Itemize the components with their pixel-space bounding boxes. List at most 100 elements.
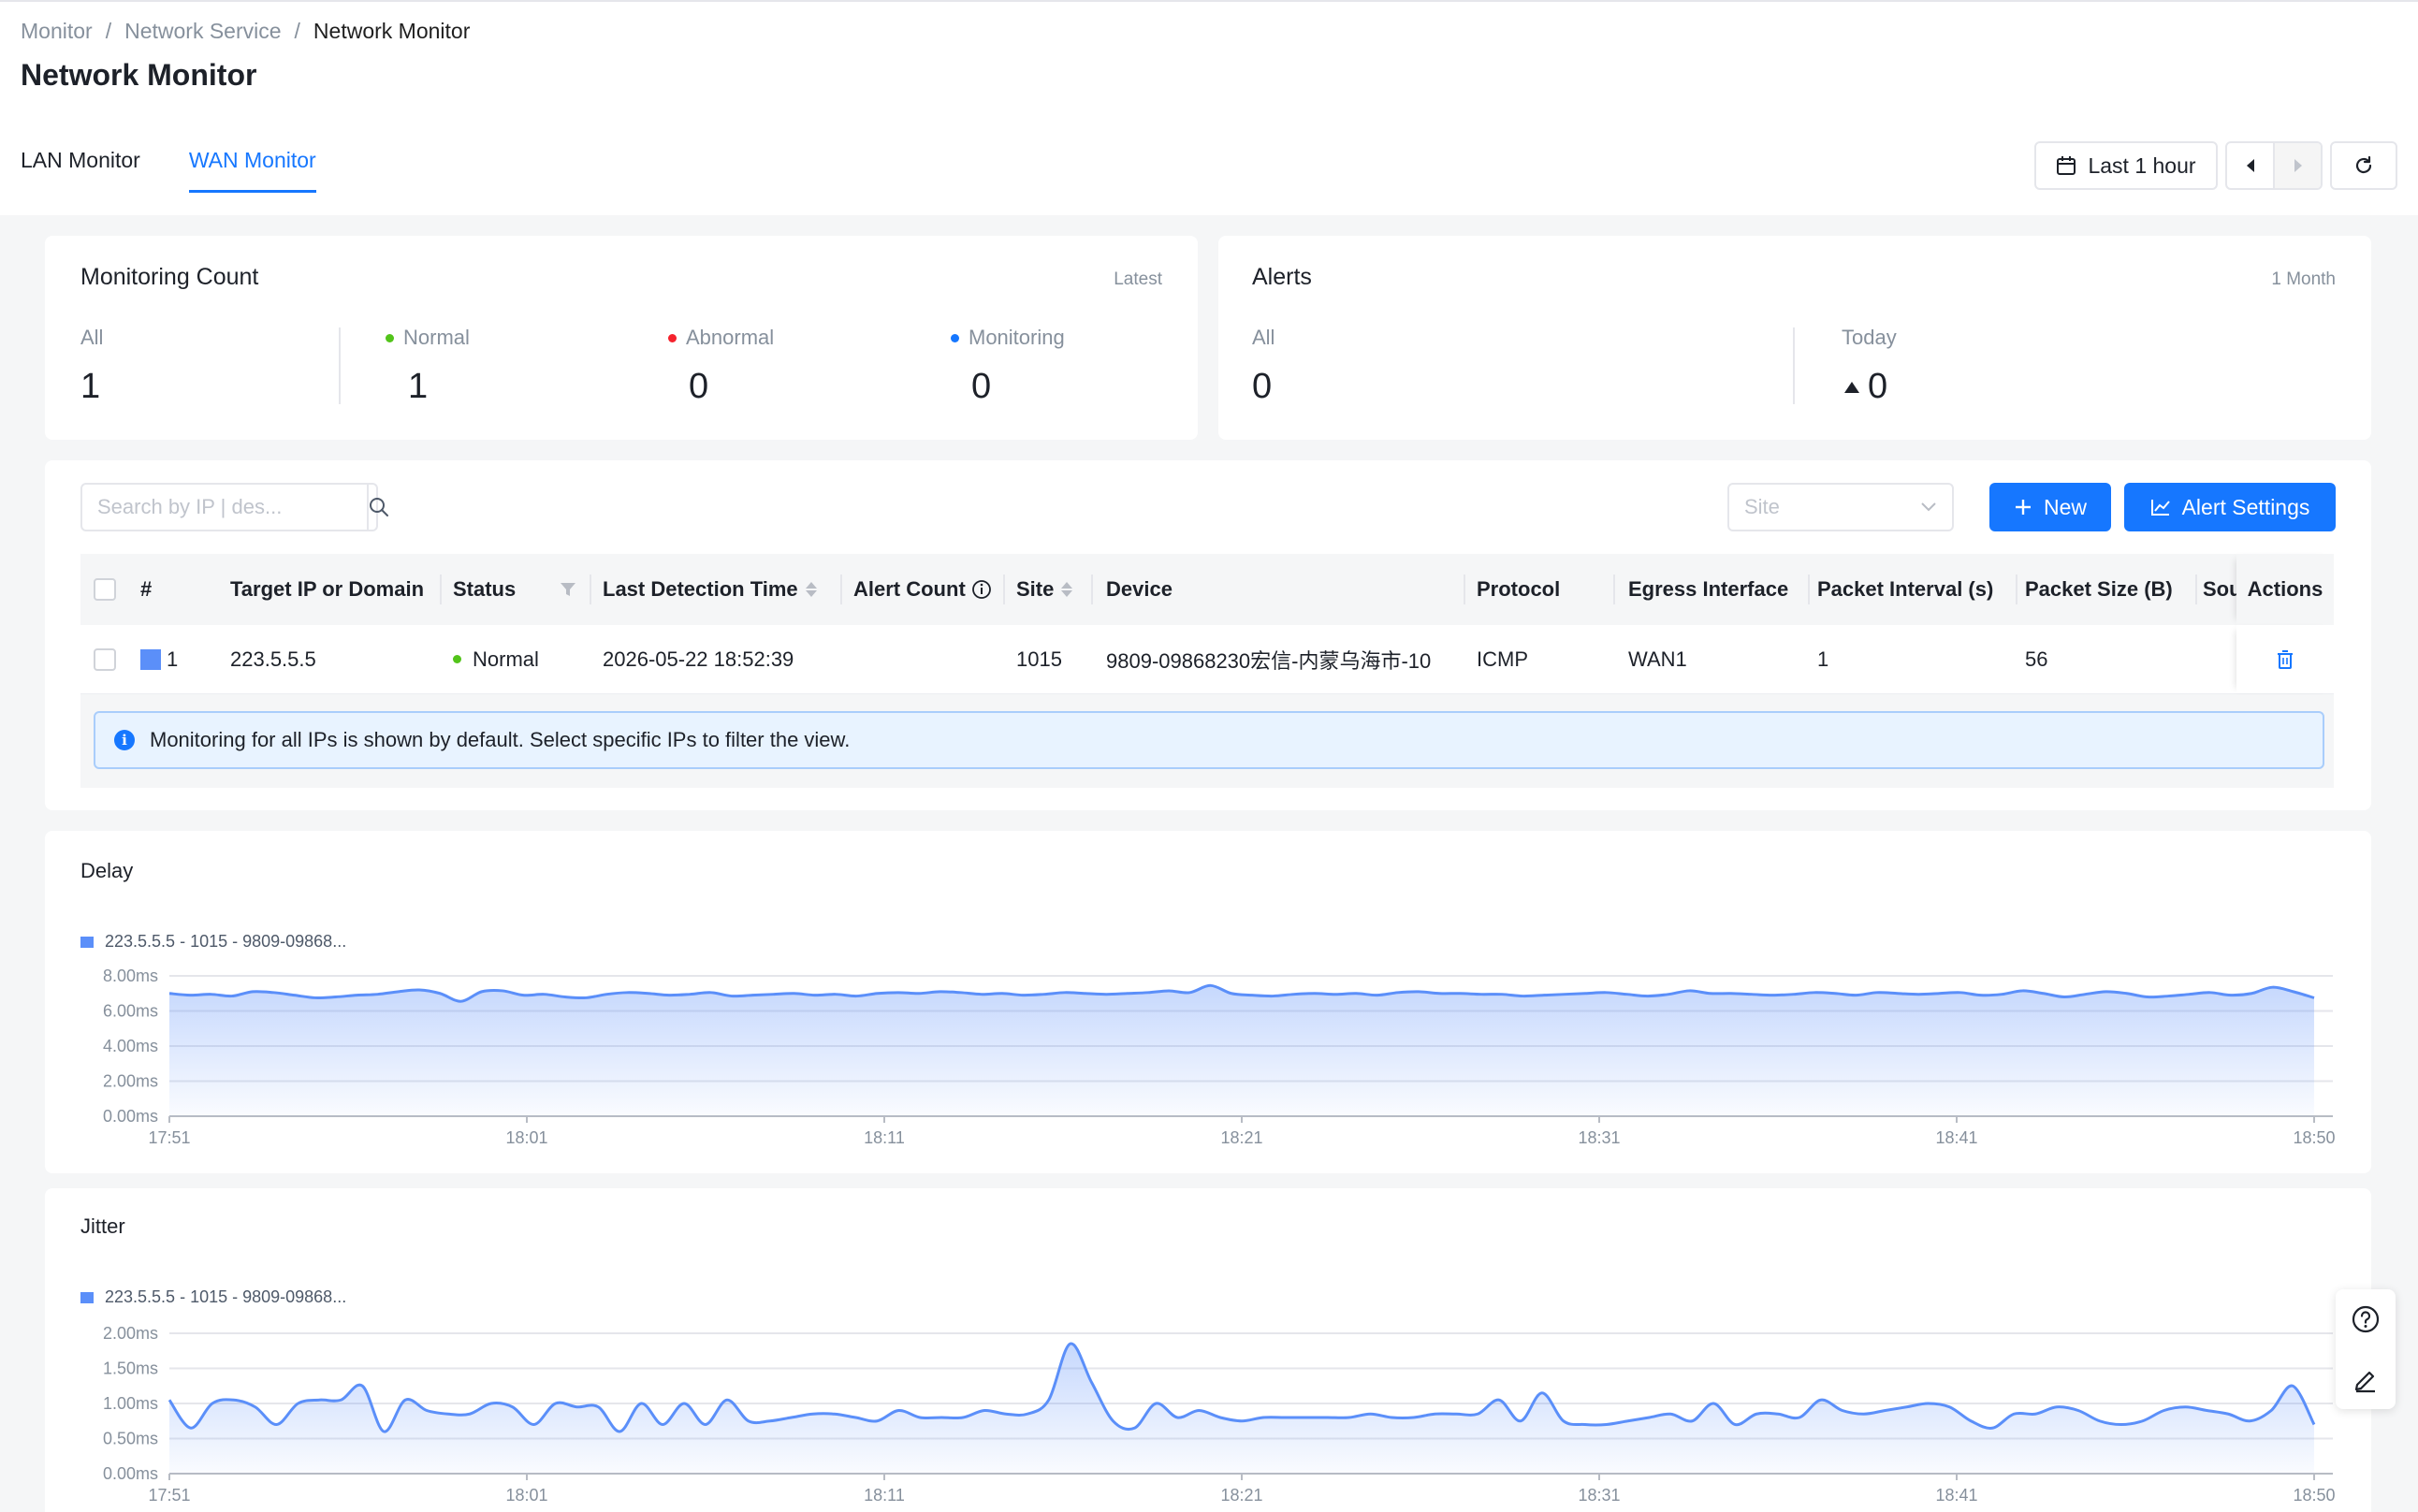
card-title: Alerts	[1252, 264, 1312, 290]
row-actions	[2236, 625, 2334, 693]
time-range-picker[interactable]: Last 1 hour	[2034, 141, 2218, 190]
status-dot-blue	[951, 333, 959, 342]
y-tick-label: 6.00ms	[103, 1002, 158, 1021]
tab-lan-monitor[interactable]: LAN Monitor	[21, 148, 140, 193]
stat-abnormal-value: 0	[689, 367, 709, 406]
row-interval: 1	[1817, 647, 1829, 671]
card-tag: 1 Month	[2271, 269, 2336, 289]
status-dot-red	[668, 333, 677, 342]
caret-right-icon	[2294, 159, 2302, 172]
y-tick-label: 0.00ms	[103, 1107, 158, 1126]
col-divider	[1464, 574, 1465, 604]
row-target: 223.5.5.5	[230, 647, 316, 671]
alerts-all-label: All	[1252, 326, 1275, 349]
col-divider	[590, 574, 591, 604]
stat-normal-label: Normal	[386, 326, 470, 350]
select-all-checkbox[interactable]	[94, 554, 116, 625]
plus-icon	[2015, 500, 2031, 515]
x-tick-label: 17:51	[148, 1486, 190, 1505]
site-select[interactable]: Site	[1727, 483, 1954, 531]
col-index: #	[140, 577, 153, 601]
col-actions: Actions	[2236, 554, 2334, 625]
sort-icon	[1061, 582, 1073, 597]
jitter-chart-card: Jitter 223.5.5.5 - 1015 - 9809-09868... …	[45, 1188, 2371, 1512]
x-tick-label: 18:01	[505, 1128, 547, 1147]
stat-monitoring-label: Monitoring	[951, 326, 1065, 350]
row-site: 1015	[1016, 647, 1062, 671]
search-button[interactable]	[367, 485, 389, 530]
col-divider	[2016, 574, 2017, 604]
tab-bar: LAN Monitor WAN Monitor	[21, 148, 316, 193]
row-checkbox[interactable]	[94, 625, 116, 693]
col-protocol: Protocol	[1477, 577, 1561, 601]
alerts-card: Alerts 1 Month All 0 Today 0	[1218, 236, 2371, 440]
x-tick-label: 18:21	[1220, 1486, 1262, 1505]
stat-abnormal-label: Abnormal	[668, 326, 774, 350]
line-chart-icon	[2150, 500, 2170, 516]
col-packet-size: Packet Size (B)	[2025, 577, 2173, 601]
alert-settings-button[interactable]: Alert Settings	[2124, 483, 2336, 531]
stat-all-label: All	[80, 326, 104, 349]
col-target: Target IP or Domain	[230, 577, 425, 601]
x-tick-label: 17:51	[148, 1128, 190, 1147]
top-border	[0, 0, 2418, 2]
row-protocol: ICMP	[1477, 647, 1528, 671]
col-source: Sou	[2203, 577, 2236, 601]
table-header: # Target IP or Domain Status Last Detect…	[80, 554, 2334, 625]
floating-toolbar	[2336, 1289, 2396, 1409]
breadcrumb-monitor[interactable]: Monitor	[21, 19, 93, 44]
delete-icon[interactable]	[2276, 649, 2294, 670]
trend-up-icon	[1844, 381, 1859, 393]
col-site[interactable]: Site	[1016, 554, 1073, 625]
edit-icon[interactable]	[2351, 1364, 2381, 1394]
x-tick-label: 18:11	[864, 1128, 905, 1147]
delay-chart: 0.00ms 2.00ms 4.00ms 6.00ms 8.00ms 17:51 18:01…	[103, 967, 2336, 1147]
x-tick-label: 18:01	[505, 1486, 547, 1505]
row-device: 9809-09868230宏信-内蒙乌海市-10	[1106, 648, 1432, 673]
row-size: 56	[2025, 647, 2048, 671]
x-tick-label: 18:21	[1220, 1128, 1262, 1147]
row-status: Normal	[453, 625, 539, 693]
new-button[interactable]: New	[1989, 483, 2111, 531]
series-color-swatch	[140, 648, 161, 670]
x-tick-label: 18:31	[1578, 1486, 1620, 1505]
info-circle-icon[interactable]	[971, 579, 992, 600]
page-title: Network Monitor	[21, 58, 257, 92]
col-divider	[2195, 574, 2197, 604]
table-row[interactable]: 1 223.5.5.5 Normal 2026-05-22 18:52:39 1…	[80, 625, 2334, 694]
help-icon[interactable]	[2351, 1304, 2381, 1334]
chevron-down-icon	[1921, 502, 1936, 512]
time-nav-group	[2225, 141, 2323, 190]
y-tick-label: 4.00ms	[103, 1037, 158, 1055]
col-device: Device	[1106, 577, 1173, 601]
search-input[interactable]	[82, 485, 367, 530]
x-tick-label: 18:41	[1935, 1128, 1977, 1147]
y-tick-label: 8.00ms	[103, 967, 158, 985]
delay-chart-card: Delay 223.5.5.5 - 1015 - 9809-09868... 0…	[45, 831, 2371, 1173]
y-tick-label: 1.00ms	[103, 1394, 158, 1413]
col-divider	[1091, 574, 1093, 604]
col-packet-interval: Packet Interval (s)	[1817, 577, 1994, 601]
refresh-button[interactable]	[2330, 141, 2397, 190]
breadcrumb-network-service[interactable]: Network Service	[124, 19, 281, 44]
x-tick-label: 18:11	[864, 1486, 905, 1505]
filter-icon	[561, 583, 575, 596]
site-select-placeholder: Site	[1744, 495, 1780, 518]
col-divider	[1808, 574, 1810, 604]
time-range-label: Last 1 hour	[2088, 153, 2196, 178]
col-status: Status	[453, 577, 517, 601]
divider	[1793, 327, 1795, 404]
prev-period-button[interactable]	[2227, 143, 2273, 188]
tab-wan-monitor[interactable]: WAN Monitor	[188, 148, 316, 193]
status-badge: Normal	[473, 647, 539, 671]
stat-monitoring-value: 0	[971, 367, 992, 406]
next-period-button[interactable]	[2273, 143, 2321, 188]
series-area	[169, 985, 2314, 1116]
col-last-detection[interactable]: Last Detection Time	[603, 554, 817, 625]
status-filter-button[interactable]	[560, 554, 576, 625]
stat-all-value: 1	[80, 367, 101, 406]
x-tick-label: 18:50	[2293, 1128, 2335, 1147]
alerts-today-value: 0	[1843, 367, 1887, 407]
refresh-icon	[2355, 155, 2372, 174]
jitter-chart: 0.00ms 0.50ms 1.00ms 1.50ms 2.00ms 17:51 18:01…	[103, 1324, 2336, 1505]
